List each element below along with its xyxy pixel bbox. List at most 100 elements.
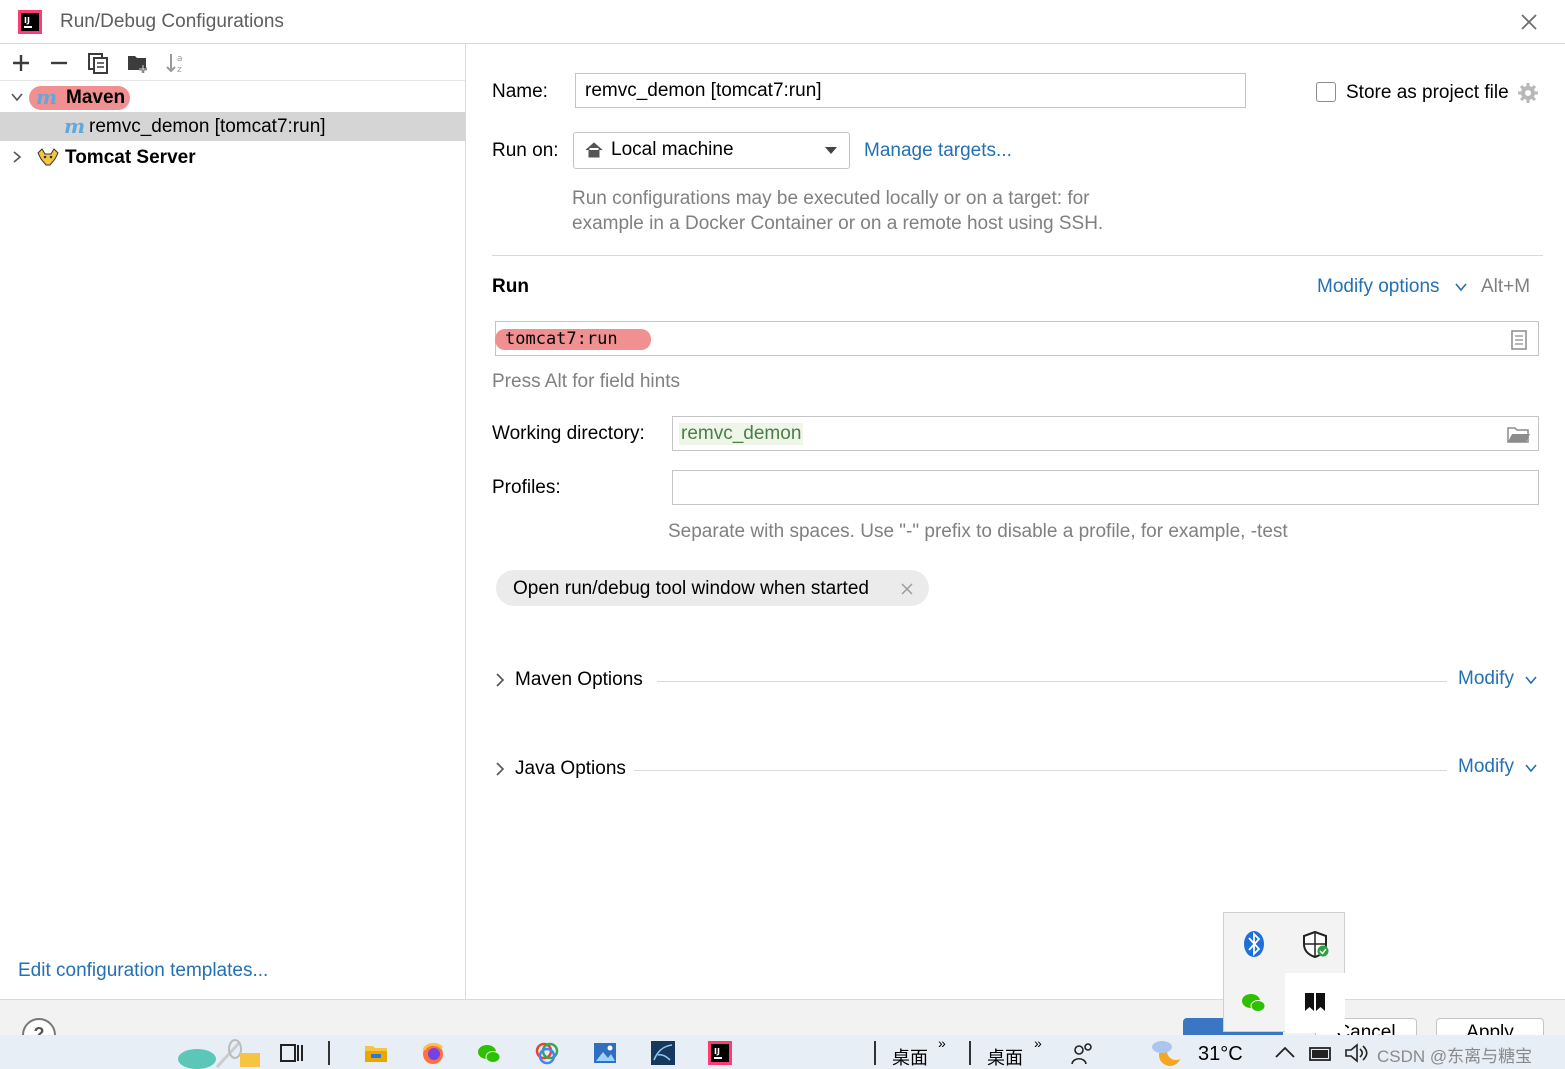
dropdown-arrow-icon [825,147,837,154]
gear-icon[interactable] [1517,82,1539,104]
java-options-section[interactable]: Java Options [515,758,626,780]
run-section-title: Run [492,276,529,297]
maven-options-modify-link[interactable]: Modify [1458,668,1514,690]
window-title: Run/Debug Configurations [60,11,284,32]
remove-icon[interactable] [46,50,72,76]
chevron-right-icon[interactable] [494,672,506,688]
temperature-text[interactable]: 31°C [1198,1043,1243,1066]
command-line-value: tomcat7:run [505,329,618,349]
run-on-value: Local machine [611,139,734,160]
colorful-app-icon[interactable] [534,1040,560,1066]
working-directory-label: Working directory: [492,423,645,444]
section-divider [492,255,1543,256]
maven-icon: m [36,85,58,109]
field-hints-text: Press Alt for field hints [492,371,680,392]
section-divider [657,681,1447,682]
sort-icon[interactable]: a z [163,50,189,76]
profiles-label: Profiles: [492,477,561,498]
close-icon[interactable] [901,583,913,595]
add-icon[interactable] [8,50,34,76]
wechat-icon[interactable] [476,1040,502,1066]
csdn-watermark: CSDN @东离与糖宝 [1377,1047,1533,1066]
taskbar-divider [969,1041,971,1065]
run-on-hint-line-1: Run configurations may be executed local… [572,188,1090,209]
wechat-icon[interactable] [1224,973,1284,1033]
toolbar-overflow-icon-1[interactable]: » [938,1035,946,1051]
working-directory-value: remvc_demon [679,423,804,445]
desktop-toolbar-1[interactable]: 桌面 [892,1044,928,1069]
profiles-hint: Separate with spaces. Use "-" prefix to … [668,521,1288,542]
battery-icon[interactable] [1307,1040,1333,1066]
expand-editor-icon[interactable] [1510,330,1528,350]
modify-options-shortcut: Alt+M [1481,276,1531,297]
configuration-form: Name: remvc_demon [tomcat7:run] Store as… [467,44,1565,999]
svg-text:a: a [177,54,183,64]
tree-item-remvc-demon[interactable]: m remvc_demon [tomcat7:run] [0,112,465,141]
chevron-right-icon[interactable] [10,150,24,164]
manage-targets-link[interactable]: Manage targets... [864,140,1012,162]
chevron-down-icon[interactable] [1525,675,1537,685]
database-app-icon[interactable] [650,1040,676,1066]
name-label: Name: [492,81,548,102]
tray-overflow-popup [1223,912,1345,1033]
maven-icon: m [64,114,86,138]
defender-shield-icon[interactable] [1285,913,1345,973]
folder-icon[interactable] [1507,426,1531,444]
run-on-hint-line-2: example in a Docker Container or on a re… [572,213,1104,234]
tray-app-cell[interactable] [1285,973,1345,1033]
chevron-down-icon[interactable] [1525,763,1537,773]
tree-group-label: Maven [66,87,126,108]
section-divider [634,770,1447,771]
photos-icon[interactable] [592,1040,618,1066]
firefox-icon[interactable] [420,1040,446,1066]
profiles-field[interactable] [672,470,1539,505]
name-field[interactable]: remvc_demon [tomcat7:run] [575,73,1246,108]
taskbar-divider [874,1041,876,1065]
copy-icon[interactable] [85,50,111,76]
bookmark-app-icon [1305,993,1325,1011]
tree-toolbar: a z [0,44,465,81]
svg-text:IJ: IJ [24,16,30,25]
run-tool-window-chip[interactable]: Open run/debug tool window when started [496,570,929,606]
store-as-project-label: Store as project file [1346,82,1509,103]
desktop-toolbar-2[interactable]: 桌面 [987,1044,1023,1069]
close-icon[interactable] [1515,8,1543,36]
svg-text:z: z [177,65,182,75]
run-on-dropdown[interactable]: Local machine [573,132,850,169]
people-icon[interactable] [1070,1040,1096,1066]
intellij-logo-icon: IJ [18,10,42,34]
svg-text:IJ: IJ [714,1047,720,1056]
toolbar-overflow-icon-2[interactable]: » [1034,1035,1042,1051]
weather-moon-icon[interactable] [1148,1037,1188,1067]
command-line-field[interactable]: tomcat7:run [495,321,1539,356]
new-folder-icon[interactable] [125,50,151,76]
chevron-right-icon[interactable] [494,761,506,777]
working-directory-field[interactable]: remvc_demon [672,416,1539,451]
store-as-project-checkbox[interactable] [1316,82,1336,102]
tree-group-tomcat-server[interactable]: Tomcat Server [0,143,465,172]
name-value: remvc_demon [tomcat7:run] [585,80,822,101]
tree-group-maven[interactable]: m Maven [0,83,465,112]
maven-options-section[interactable]: Maven Options [515,669,643,691]
tree-group-label: Tomcat Server [65,147,196,168]
intellij-taskbar-icon[interactable]: IJ [707,1040,733,1066]
java-options-modify-link[interactable]: Modify [1458,756,1514,778]
bluetooth-icon[interactable] [1224,913,1284,973]
file-explorer-icon[interactable] [363,1040,389,1066]
speaker-icon[interactable] [1343,1040,1369,1066]
taskbar-divider [328,1041,330,1065]
edit-templates-link[interactable]: Edit configuration templates... [18,960,268,982]
chip-label: Open run/debug tool window when started [513,578,869,599]
modify-options-link[interactable]: Modify options [1317,276,1440,298]
tomcat-icon [37,148,59,166]
wallpaper-widget-icon[interactable] [175,1037,263,1069]
task-view-icon[interactable] [278,1040,304,1066]
windows-taskbar: IJ 桌面 » 桌面 » 31°C CSDN @东离与糖宝 [0,1035,1565,1069]
chevron-down-icon[interactable] [1455,282,1467,292]
configuration-tree-pane: a z m Maven m remvc_demon [tomcat7:run] … [0,44,466,999]
chevron-down-icon[interactable] [10,90,24,104]
chevron-up-icon[interactable] [1272,1040,1298,1066]
title-bar: IJ Run/Debug Configurations [0,0,1565,44]
run-on-label: Run on: [492,140,559,161]
home-icon [585,142,603,158]
